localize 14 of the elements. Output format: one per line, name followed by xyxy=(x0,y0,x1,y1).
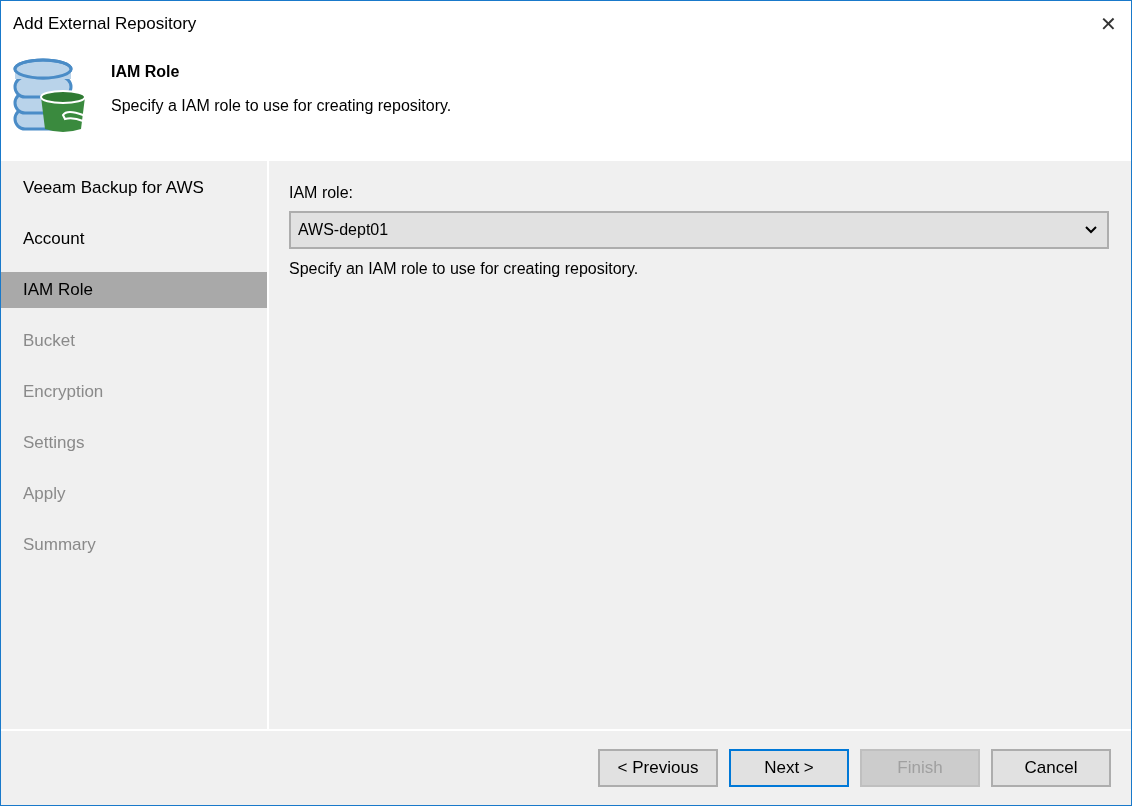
wizard-step[interactable]: Veeam Backup for AWS xyxy=(1,170,267,206)
chevron-down-icon xyxy=(1085,226,1097,234)
page-title: IAM Role xyxy=(111,62,181,82)
field-hint: Specify an IAM role to use for creating repository. xyxy=(289,259,640,279)
iam-role-dropdown[interactable]: AWS-dept01 xyxy=(289,211,1109,249)
close-button[interactable]: ✕ xyxy=(1100,14,1117,34)
window-title: Add External Repository xyxy=(13,13,197,36)
page-description: Specify a IAM role to use for creating repository. xyxy=(111,96,452,116)
wizard-step[interactable]: IAM Role xyxy=(1,272,267,308)
dialog-button[interactable]: Next > xyxy=(729,749,849,787)
dialog-button[interactable]: < Previous xyxy=(598,749,718,787)
dialog-button[interactable]: Cancel xyxy=(991,749,1111,787)
field-label: IAM role: xyxy=(289,183,354,203)
wizard-step[interactable]: Account xyxy=(1,221,267,257)
